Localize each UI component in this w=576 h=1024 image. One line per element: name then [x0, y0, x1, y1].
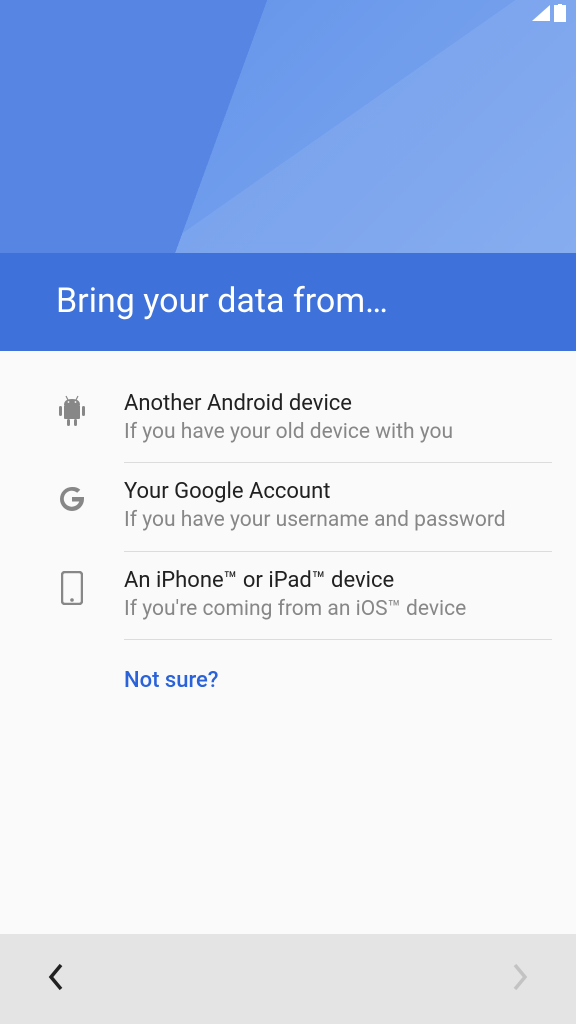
- option-text: Another Android device If you have your …: [124, 391, 552, 446]
- option-android-device[interactable]: Another Android device If you have your …: [0, 375, 576, 462]
- battery-icon: [554, 4, 566, 26]
- signal-icon: [532, 5, 550, 25]
- nav-bar: [0, 934, 576, 1024]
- not-sure-link[interactable]: Not sure?: [124, 668, 219, 693]
- option-title: An iPhone™ or iPad™ device: [124, 568, 552, 593]
- option-text: Your Google Account If you have your use…: [124, 479, 552, 534]
- header-illustration: [0, 0, 576, 253]
- forward-button: [512, 963, 528, 995]
- status-bar: [0, 0, 576, 30]
- phone-icon: [56, 572, 88, 604]
- option-iphone-ipad[interactable]: An iPhone™ or iPad™ device If you're com…: [0, 552, 576, 639]
- option-title: Another Android device: [124, 391, 552, 416]
- option-title: Your Google Account: [124, 479, 552, 504]
- option-google-account[interactable]: Your Google Account If you have your use…: [0, 463, 576, 550]
- back-button[interactable]: [48, 963, 64, 995]
- not-sure-row: Not sure?: [0, 640, 576, 709]
- header: Bring your data from…: [0, 0, 576, 351]
- option-subtitle: If you're coming from an iOS™ device: [124, 595, 552, 623]
- android-icon: [56, 395, 88, 427]
- option-text: An iPhone™ or iPad™ device If you're com…: [124, 568, 552, 623]
- options-list: Another Android device If you have your …: [0, 351, 576, 709]
- page-title: Bring your data from…: [56, 281, 388, 321]
- google-icon: [56, 483, 88, 515]
- option-subtitle: If you have your username and password: [124, 506, 552, 534]
- option-subtitle: If you have your old device with you: [124, 418, 552, 446]
